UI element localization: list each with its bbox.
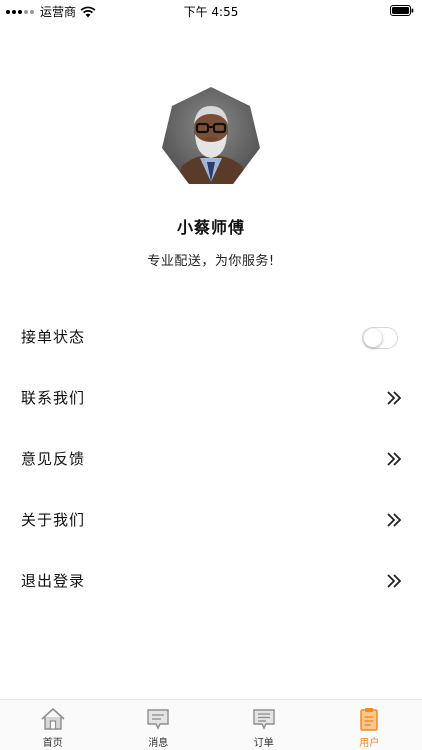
menu-item-about-us[interactable]: 关于我们: [0, 489, 422, 550]
tab-home[interactable]: 首页: [0, 700, 106, 750]
menu-item-label: 退出登录: [21, 572, 86, 590]
menu-item-label: 接单状态: [21, 328, 86, 346]
tab-orders[interactable]: 订单: [211, 700, 317, 750]
avatar-portrait: [162, 87, 260, 184]
settings-menu: 接单状态 联系我们 意见反馈 关于我们 退出登录: [0, 306, 422, 611]
status-time: 下午 4:55: [183, 5, 239, 19]
order-icon: [253, 709, 275, 730]
tab-messages[interactable]: 消息: [106, 700, 212, 750]
user-motto: 专业配送，为你服务!: [147, 254, 275, 269]
tab-label: 订单: [253, 738, 274, 749]
home-icon: [41, 707, 65, 730]
menu-item-order-status: 接单状态: [0, 306, 422, 367]
menu-item-label: 联系我们: [21, 389, 86, 407]
user-screen: 运营商 下午 4:55 小蔡师傅 专业配送，为你服务! 接单状态 联系我们 意见…: [0, 0, 422, 750]
status-bar: 运营商 下午 4:55: [0, 0, 422, 22]
double-chevron-right-icon: [387, 513, 402, 527]
tab-label: 首页: [42, 738, 63, 749]
menu-item-label: 关于我们: [21, 511, 86, 529]
double-chevron-right-icon: [387, 574, 402, 588]
menu-item-feedback[interactable]: 意见反馈: [0, 428, 422, 489]
user-clipboard-icon: [360, 708, 378, 731]
tab-label: 消息: [148, 738, 169, 749]
message-icon: [147, 709, 169, 730]
menu-item-contact-us[interactable]: 联系我们: [0, 367, 422, 428]
avatar[interactable]: [160, 86, 262, 188]
double-chevron-right-icon: [387, 391, 402, 405]
menu-item-label: 意见反馈: [21, 450, 86, 468]
toggle-knob: [364, 329, 382, 347]
battery-icon: [390, 5, 414, 16]
user-name: 小蔡师傅: [176, 218, 245, 237]
order-status-toggle[interactable]: [362, 327, 398, 349]
double-chevron-right-icon: [387, 452, 402, 466]
tab-bar: 首页 消息 订单 用户: [0, 699, 422, 750]
tab-label: 用户: [359, 738, 380, 749]
menu-item-logout[interactable]: 退出登录: [0, 550, 422, 611]
tab-user[interactable]: 用户: [317, 700, 422, 750]
